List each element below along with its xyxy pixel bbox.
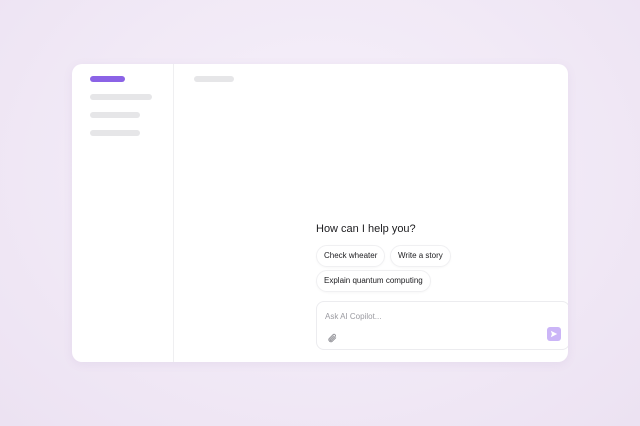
sidebar-item-placeholder[interactable] bbox=[90, 130, 140, 136]
sidebar-item-active-placeholder[interactable] bbox=[90, 76, 125, 82]
send-button[interactable] bbox=[547, 327, 561, 341]
suggestion-chip-write-story[interactable]: Write a story bbox=[390, 245, 451, 267]
sidebar-item-placeholder[interactable] bbox=[90, 94, 152, 100]
header-title-placeholder bbox=[194, 76, 234, 82]
main-panel: How can I help you? Check wheater Write … bbox=[174, 64, 568, 362]
app-window: How can I help you? Check wheater Write … bbox=[72, 64, 568, 362]
chat-composer bbox=[316, 301, 568, 350]
prompt-heading: How can I help you? bbox=[316, 223, 416, 235]
send-icon bbox=[550, 330, 558, 338]
suggestion-chip-check-weather[interactable]: Check wheater bbox=[316, 245, 386, 267]
chat-input[interactable] bbox=[325, 310, 525, 322]
suggestion-chip-quantum-computing[interactable]: Explain quantum computing bbox=[316, 270, 431, 292]
sidebar-item-placeholder[interactable] bbox=[90, 112, 140, 118]
sidebar bbox=[72, 64, 174, 362]
paperclip-icon[interactable] bbox=[327, 330, 337, 343]
